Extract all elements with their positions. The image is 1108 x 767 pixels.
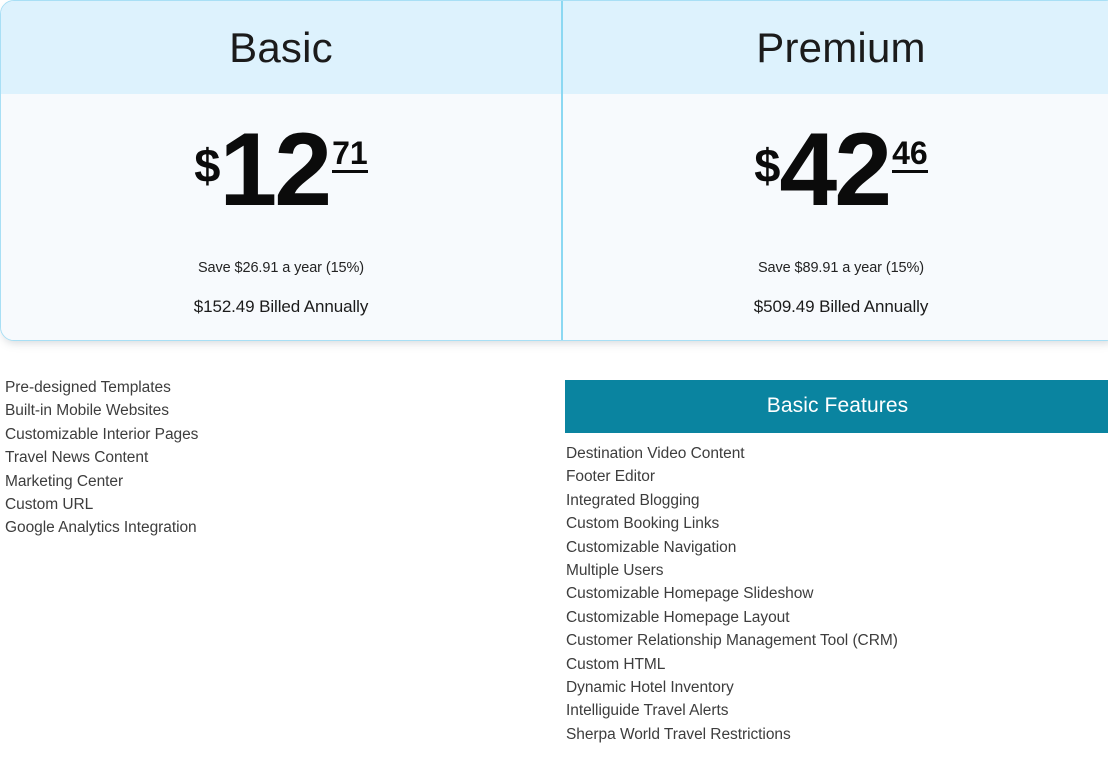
plan-header-premium: Premium	[563, 1, 1108, 94]
plan-body-basic: $ 12 71 Save $26.91 a year (15%) $152.49…	[1, 94, 561, 340]
plan-body-premium: $ 42 46 Save $89.91 a year (15%) $509.49…	[563, 94, 1108, 340]
feature-list-item: Integrated Blogging	[566, 491, 700, 509]
price-display-premium: $ 42 46	[754, 112, 928, 229]
price-billed-annually-premium: $509.49 Billed Annually	[753, 297, 929, 316]
feature-list-item: Customizable Interior Pages	[5, 425, 199, 443]
features-section: Pre-designed Templates Built-in Mobile We…	[0, 360, 1108, 767]
feature-list-item: Google Analytics Integration	[5, 519, 197, 537]
feature-list-item: Pre-designed Templates	[5, 379, 171, 396]
plan-columns: Basic $ 12 71 Save $26.91 a year (15%) $…	[1, 1, 1108, 340]
features-left-column: Pre-designed Templates Built-in Mobile We…	[0, 360, 565, 767]
price-savings-premium: Save $89.91 a year (15%)	[757, 260, 925, 276]
price-cents-basic: 71	[332, 135, 368, 173]
feature-list-item: Dynamic Hotel Inventory	[566, 679, 734, 697]
plan-column-basic[interactable]: Basic $ 12 71 Save $26.91 a year (15%) $…	[1, 1, 561, 340]
currency-symbol-basic: $	[194, 139, 220, 192]
plan-title-premium: Premium	[756, 23, 926, 71]
basic-features-heading: Basic Features	[565, 380, 1108, 433]
included-features-list: Pre-designed Templates Built-in Mobile We…	[5, 376, 565, 540]
feature-list-item: Custom URL	[5, 496, 94, 514]
feature-list-item: Marketing Center	[5, 472, 124, 490]
plan-title-basic: Basic	[229, 23, 333, 71]
price-whole-basic: 12	[219, 112, 332, 228]
price-cents-premium: 46	[892, 135, 928, 173]
feature-list-item: Customer Relationship Management Tool (C…	[566, 632, 898, 650]
feature-list-item: Intelliguide Travel Alerts	[566, 702, 729, 720]
plan-column-premium[interactable]: Premium $ 42 46 Save $89.91 a year (15%)…	[561, 1, 1108, 340]
feature-list-item: Sherpa World Travel Restrictions	[566, 725, 791, 743]
plan-header-basic: Basic	[1, 1, 561, 94]
price-whole-premium: 42	[779, 112, 892, 228]
currency-symbol-premium: $	[754, 139, 780, 192]
feature-list-item: Custom HTML	[566, 655, 666, 673]
feature-list-item: Footer Editor	[566, 468, 655, 486]
pricing-plans-card: Basic $ 12 71 Save $26.91 a year (15%) $…	[0, 0, 1108, 341]
price-savings-basic: Save $26.91 a year (15%)	[197, 260, 365, 276]
feature-list-item: Custom Booking Links	[566, 515, 720, 533]
price-billed-annually-basic: $152.49 Billed Annually	[193, 297, 369, 316]
feature-list-item: Destination Video Content	[566, 445, 745, 462]
feature-list-item: Travel News Content	[5, 449, 149, 467]
price-display-basic: $ 12 71	[194, 112, 368, 229]
basic-features-list: Destination Video Content Footer Editor In…	[565, 433, 1108, 746]
feature-list-item: Multiple Users	[566, 562, 664, 580]
features-right-column: Basic Features Destination Video Content…	[565, 360, 1108, 767]
feature-list-item: Customizable Homepage Slideshow	[566, 585, 814, 603]
feature-list-item: Customizable Navigation	[566, 538, 737, 556]
feature-list-item: Customizable Homepage Layout	[566, 608, 790, 626]
feature-list-item: Built-in Mobile Websites	[5, 402, 169, 420]
